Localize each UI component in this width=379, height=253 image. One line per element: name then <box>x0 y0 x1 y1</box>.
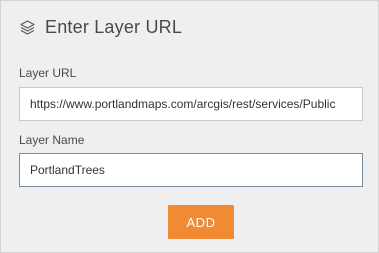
add-layer-panel: Enter Layer URL Layer URL Layer Name ADD <box>0 0 379 253</box>
layer-name-input[interactable] <box>19 153 363 187</box>
panel-header: Enter Layer URL <box>19 17 182 38</box>
add-button[interactable]: ADD <box>168 205 234 239</box>
layer-url-input[interactable] <box>19 87 363 121</box>
panel-title: Enter Layer URL <box>45 17 183 37</box>
layer-name-label: Layer Name <box>19 133 85 147</box>
layer-url-label: Layer URL <box>19 66 77 80</box>
layers-icon <box>19 19 36 36</box>
